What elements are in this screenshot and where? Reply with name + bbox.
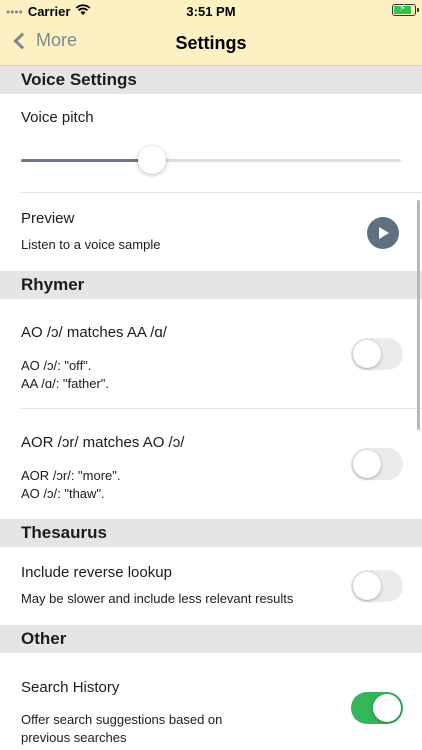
search-history-sublabel-2: previous searches	[21, 730, 127, 745]
section-header-thesaurus: Thesaurus	[0, 519, 422, 547]
search-history-toggle[interactable]	[351, 692, 403, 724]
navigation-bar: More Settings	[0, 22, 422, 66]
preview-label: Preview	[21, 210, 75, 227]
voice-pitch-label: Voice pitch	[21, 109, 94, 126]
play-preview-button[interactable]	[367, 217, 399, 249]
scrollbar[interactable]	[417, 200, 420, 430]
section-header-rhymer: Rhymer	[0, 271, 422, 299]
rhymer-option-1-toggle[interactable]	[351, 338, 403, 370]
toggle-knob	[373, 694, 401, 722]
rhymer-option-2-example-2: AO /ɔ/: "thaw".	[21, 486, 105, 501]
divider	[21, 192, 422, 193]
toggle-knob	[353, 572, 381, 600]
toggle-knob	[353, 450, 381, 478]
rhymer-option-1-title: AO /ɔ/ matches AA /ɑ/	[21, 324, 167, 341]
rhymer-option-1-example-2: AA /ɑ/: "father".	[21, 376, 109, 391]
reverse-lookup-label: Include reverse lookup	[21, 564, 172, 581]
pitch-slider-thumb[interactable]	[138, 146, 166, 174]
play-icon	[379, 227, 389, 239]
pitch-slider-track[interactable]	[152, 159, 401, 162]
toggle-knob	[353, 340, 381, 368]
divider	[21, 408, 422, 409]
status-time: 3:51 PM	[186, 4, 236, 19]
rhymer-option-2-example-1: AOR /ɔr/: "more".	[21, 468, 121, 483]
rhymer-option-2-toggle[interactable]	[351, 448, 403, 480]
rhymer-option-1-example-1: AO /ɔ/: "off".	[21, 358, 92, 373]
preview-sublabel: Listen to a voice sample	[21, 237, 161, 252]
page-title: Settings	[175, 33, 247, 53]
reverse-lookup-toggle[interactable]	[351, 570, 403, 602]
section-header-voice: Voice Settings	[0, 66, 422, 94]
rhymer-option-2-title: AOR /ɔr/ matches AO /ɔ/	[21, 434, 185, 451]
pitch-slider-track-filled	[21, 159, 152, 162]
section-header-other: Other	[0, 625, 422, 653]
battery-charging-icon: ⚡	[392, 3, 419, 16]
search-history-sublabel-1: Offer search suggestions based on	[21, 712, 223, 727]
search-history-label: Search History	[21, 679, 120, 696]
reverse-lookup-sublabel: May be slower and include less relevant …	[21, 591, 294, 606]
status-bar: •••• Carrier 3:51 PM ⚡	[0, 0, 422, 22]
